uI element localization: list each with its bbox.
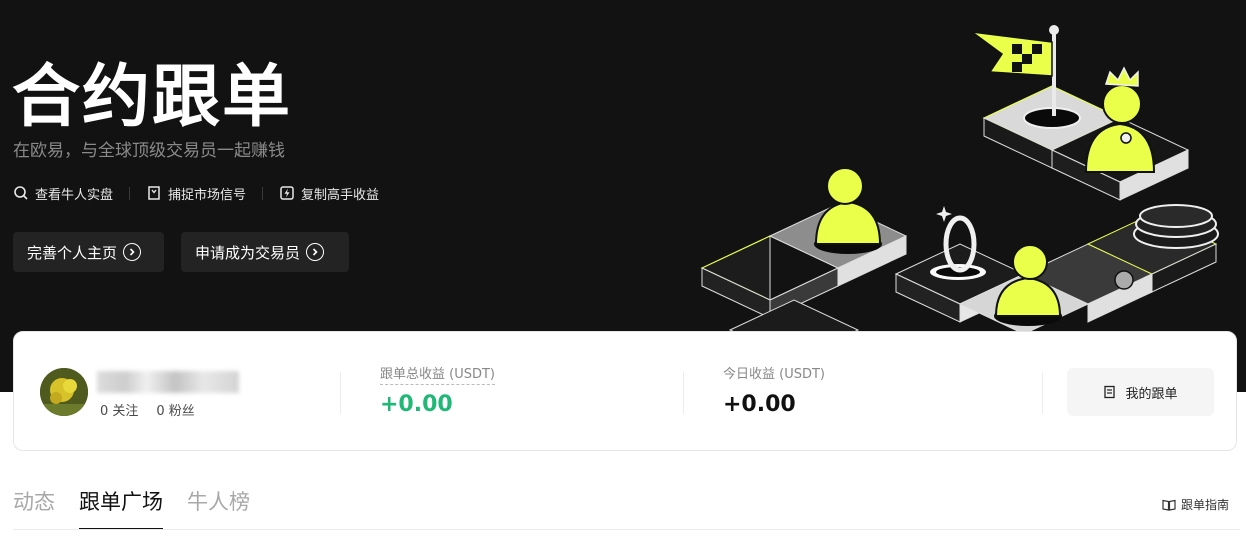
feature-label: 查看牛人实盘: [35, 187, 114, 203]
feature-copy-profit: 复制高手收益: [279, 184, 379, 203]
profile-card: 0 关注 0 粉丝 跟单总收益 (USDT) +0.00 今日收益 (USDT)…: [13, 331, 1237, 451]
document-icon: [1103, 385, 1117, 399]
following-count[interactable]: 0 关注: [100, 400, 138, 419]
lightning-icon: [279, 185, 295, 201]
total-profit-label[interactable]: 跟单总收益 (USDT): [380, 363, 495, 385]
feature-label: 复制高手收益: [301, 187, 380, 203]
tab-bar: 动态 跟单广场 牛人榜: [13, 486, 274, 530]
divider: [683, 372, 684, 414]
feature-list: 查看牛人实盘 捕捉市场信号 复制高手收益: [13, 183, 379, 203]
guide-label: 跟单指南: [1181, 498, 1230, 512]
page-subtitle: 在欧易，与全球顶级交易员一起赚钱: [13, 141, 285, 161]
divider: [129, 186, 131, 200]
avatar[interactable]: [40, 368, 88, 416]
button-label: 申请成为交易员: [195, 243, 301, 262]
feature-market-signal: 捕捉市场信号: [146, 184, 246, 203]
feature-label: 捕捉市场信号: [168, 187, 247, 203]
divider: [262, 186, 264, 200]
today-profit-label: 今日收益 (USDT): [723, 367, 825, 382]
page-title: 合约跟单: [12, 58, 293, 137]
total-profit-value: +0.00: [380, 392, 453, 417]
tab-top-traders[interactable]: 牛人榜: [187, 486, 250, 530]
search-icon: [13, 185, 29, 201]
follow-stats: 0 关注 0 粉丝: [100, 400, 195, 419]
button-label: 我的跟单: [1125, 386, 1178, 402]
today-profit-value: +0.00: [723, 392, 796, 417]
bookmark-icon: [146, 185, 162, 201]
arrow-right-icon: [306, 243, 325, 261]
divider: [13, 529, 1240, 530]
button-label: 完善个人主页: [27, 243, 118, 262]
divider: [1042, 372, 1043, 414]
tab-copy-square[interactable]: 跟单广场: [79, 486, 163, 530]
copy-guide-link[interactable]: 跟单指南: [1162, 496, 1229, 513]
tab-feed[interactable]: 动态: [13, 486, 55, 530]
feature-view-traders: 查看牛人实盘: [13, 184, 113, 203]
complete-profile-button[interactable]: 完善个人主页: [13, 232, 164, 272]
book-icon: [1162, 499, 1176, 511]
arrow-right-icon: [123, 243, 142, 261]
followers-count[interactable]: 0 粉丝: [156, 400, 194, 419]
my-copy-trades-button[interactable]: 我的跟单: [1067, 368, 1214, 416]
divider: [340, 372, 341, 414]
apply-trader-button[interactable]: 申请成为交易员: [181, 232, 349, 272]
username-blurred: [97, 371, 239, 393]
